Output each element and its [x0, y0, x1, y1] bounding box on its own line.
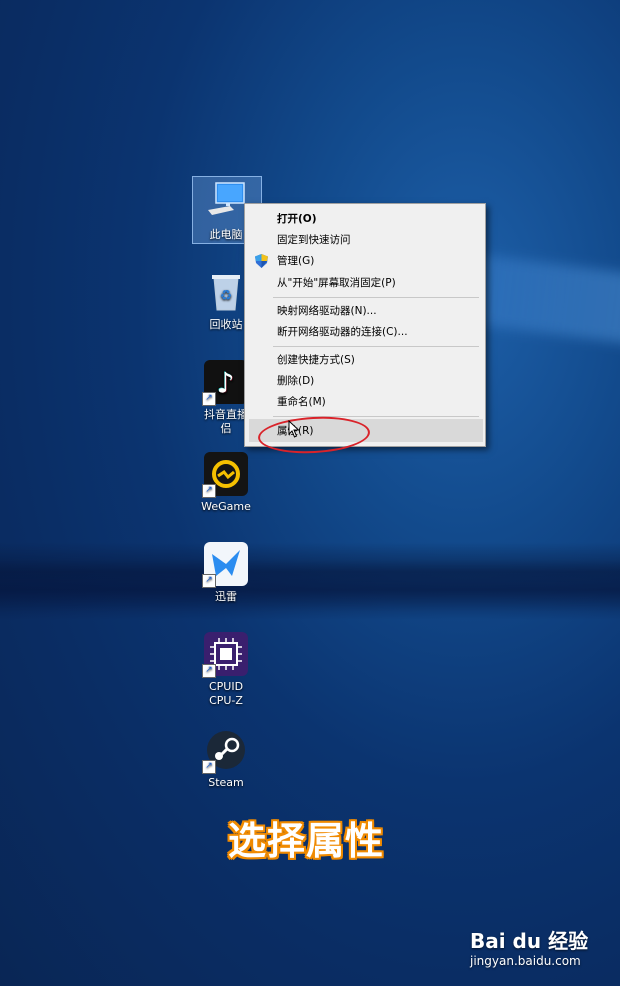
menu-item-rename[interactable]: 重命名(M) [277, 392, 326, 412]
tutorial-caption: 选择属性 [228, 819, 385, 863]
shortcut-arrow-icon: ↗ [202, 392, 216, 406]
wegame-icon: ↗ [202, 452, 248, 498]
menu-separator [273, 297, 479, 298]
douyin-icon: ♪ ♪ ♪ ↗ [202, 360, 248, 406]
cpuz-icon: ↗ [202, 632, 248, 678]
uac-shield-icon [255, 254, 268, 268]
context-menu: 打开(O) 固定到快速访问 管理(G) 从"开始"屏幕取消固定(P) 映射网络驱… [244, 203, 486, 447]
menu-item-pin-quick-access[interactable]: 固定到快速访问 [277, 230, 351, 250]
menu-item-disconnect-network-drive[interactable]: 断开网络驱动器的连接(C)... [277, 322, 408, 342]
shortcut-arrow-icon: ↗ [202, 664, 216, 678]
this-pc-icon [204, 180, 248, 224]
shortcut-arrow-icon: ↗ [202, 484, 216, 498]
menu-item-manage[interactable]: 管理(G) [277, 251, 314, 271]
shortcut-arrow-icon: ↗ [202, 760, 216, 774]
menu-item-unpin-start[interactable]: 从"开始"屏幕取消固定(P) [277, 273, 396, 293]
svg-text:♪: ♪ [217, 367, 235, 400]
shortcut-arrow-icon: ↗ [202, 574, 216, 588]
steam-icon: ↗ [202, 728, 248, 774]
mouse-cursor-icon [288, 420, 300, 438]
desktop-icon-cpuz[interactable]: ↗ CPUID CPU-Z [191, 632, 261, 708]
baidu-jingyan-watermark: Bai du 经验 jingyan.baidu.com [470, 925, 588, 968]
menu-item-create-shortcut[interactable]: 创建快捷方式(S) [277, 350, 355, 370]
recycle-bin-icon: ♻ [204, 270, 248, 314]
steam-label: Steam [208, 776, 244, 789]
menu-item-open[interactable]: 打开(O) [277, 209, 317, 229]
desktop-icon-xunlei[interactable]: ↗ 迅雷 [191, 542, 261, 604]
menu-item-map-network-drive[interactable]: 映射网络驱动器(N)... [277, 301, 377, 321]
menu-item-delete[interactable]: 删除(D) [277, 371, 314, 391]
wegame-label: WeGame [201, 500, 251, 513]
cpuz-label-line1: CPUID [208, 680, 244, 693]
desktop-icon-steam[interactable]: ↗ Steam [191, 728, 261, 790]
wallpaper-dark-band [0, 560, 620, 620]
menu-separator [273, 346, 479, 347]
cpuz-label-line2: CPU-Z [209, 694, 243, 707]
watermark-url: jingyan.baidu.com [470, 954, 581, 968]
desktop-icon-wegame[interactable]: ↗ WeGame [191, 452, 261, 514]
xunlei-label: 迅雷 [215, 590, 237, 603]
svg-text:♻: ♻ [220, 288, 233, 304]
xunlei-icon: ↗ [202, 542, 248, 588]
watermark-brand: Bai du 经验 [470, 929, 589, 953]
